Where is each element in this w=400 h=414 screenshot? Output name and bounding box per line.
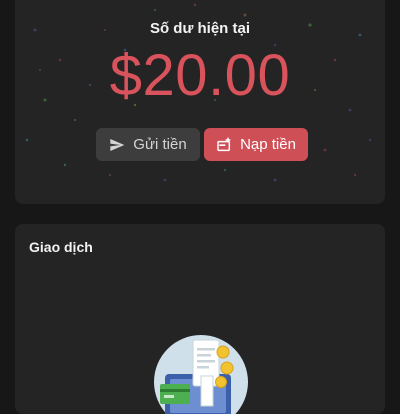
add-card-icon — [216, 137, 232, 153]
top-up-button[interactable]: Nạp tiền — [204, 128, 308, 161]
empty-transactions-illustration — [154, 335, 248, 414]
balance-card: Số dư hiện tại $20.00 Gửi tiền Nạp tiền — [15, 0, 385, 204]
transactions-title: Giao dịch — [29, 239, 93, 255]
top-up-label: Nạp tiền — [240, 136, 296, 153]
send-icon — [109, 137, 125, 153]
send-money-label: Gửi tiền — [133, 136, 187, 153]
transactions-card: Giao dịch — [15, 224, 385, 414]
balance-amount: $20.00 — [109, 43, 291, 108]
send-money-button[interactable]: Gửi tiền — [96, 128, 200, 161]
balance-title: Số dư hiện tại — [149, 20, 251, 37]
